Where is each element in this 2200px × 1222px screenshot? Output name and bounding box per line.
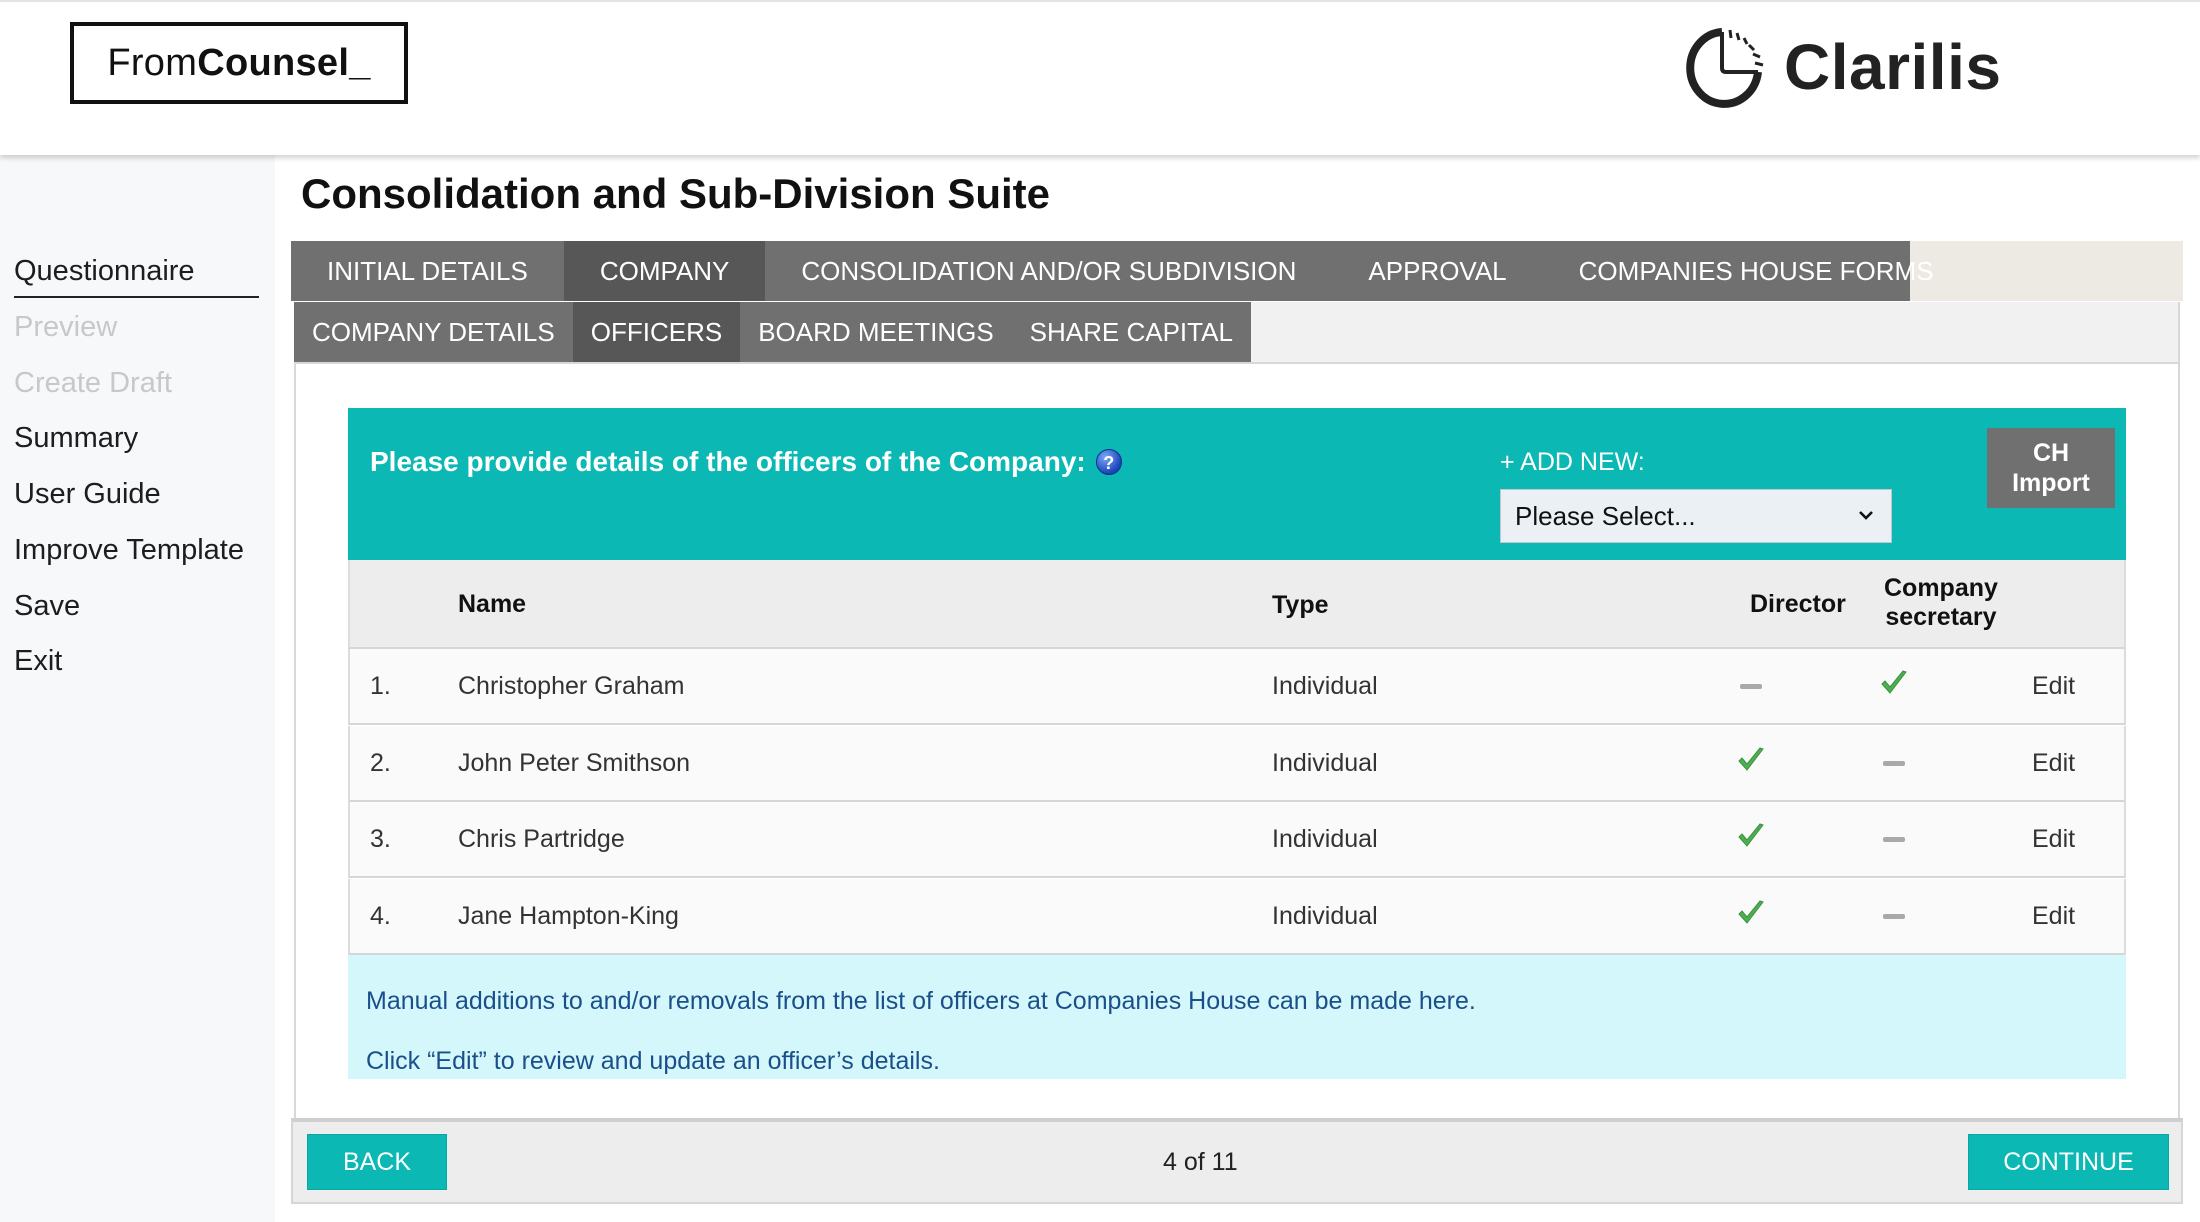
clarilis-clock-icon bbox=[1686, 28, 1764, 108]
tab-companies-house-forms[interactable]: COMPANIES HOUSE FORMS bbox=[1543, 241, 1970, 301]
officers-question: Please provide details of the officers o… bbox=[370, 446, 1122, 478]
edit-officer-link[interactable]: Edit bbox=[2032, 802, 2075, 876]
column-header-name: Name bbox=[458, 590, 527, 618]
tab-consolidation-subdivision[interactable]: CONSOLIDATION AND/OR SUBDIVISION bbox=[765, 241, 1332, 301]
edit-officer-link[interactable]: Edit bbox=[2032, 649, 2075, 723]
clarilis-wordmark: Clarilis bbox=[1784, 31, 2002, 103]
secretary-status bbox=[1869, 879, 1919, 953]
edit-officer-link[interactable]: Edit bbox=[2032, 879, 2075, 953]
secretary-status bbox=[1869, 726, 1919, 800]
help-icon[interactable]: ? bbox=[1095, 449, 1122, 475]
tab-initial-details[interactable]: INITIAL DETAILS bbox=[291, 241, 564, 301]
sidebar-item-preview: Preview bbox=[14, 311, 118, 343]
active-item-underline bbox=[14, 296, 259, 298]
secretary-status bbox=[1869, 802, 1919, 876]
sidebar-item-questionnaire[interactable]: Questionnaire bbox=[14, 255, 195, 288]
column-header-type: Type bbox=[1272, 591, 1329, 619]
officer-type: Individual bbox=[1272, 671, 1378, 700]
column-header-secretary: Company secretary bbox=[1884, 574, 1998, 631]
back-button[interactable]: BACK bbox=[307, 1134, 447, 1190]
subtab-company-details[interactable]: COMPANY DETAILS bbox=[294, 302, 573, 362]
officers-panel-header: Please provide details of the officers o… bbox=[348, 408, 2126, 560]
secretary-status bbox=[1869, 649, 1919, 723]
sidebar-item-improve-template[interactable]: Improve Template bbox=[14, 534, 244, 567]
officer-type: Individual bbox=[1272, 748, 1378, 777]
sidebar-item-exit[interactable]: Exit bbox=[14, 645, 62, 678]
officer-name: Chris Partridge bbox=[458, 824, 625, 853]
dash-icon bbox=[1883, 913, 1905, 919]
info-line-edit-hint: Click “Edit” to review and update an off… bbox=[366, 1047, 940, 1075]
director-status bbox=[1726, 879, 1776, 953]
continue-button[interactable]: CONTINUE bbox=[1968, 1134, 2169, 1190]
tab-approval[interactable]: APPROVAL bbox=[1332, 241, 1542, 301]
add-new-officer-select[interactable]: Please Select... bbox=[1500, 489, 1892, 543]
row-number: 3. bbox=[370, 824, 391, 853]
sidebar-nav: Questionnaire Preview Create Draft Summa… bbox=[0, 155, 275, 1222]
checkmark-icon bbox=[1879, 669, 1909, 704]
table-row: 3. Chris Partridge Individual Edit bbox=[348, 802, 2126, 878]
checkmark-icon bbox=[1736, 822, 1766, 857]
column-header-director: Director bbox=[1750, 590, 1846, 618]
officer-name: Jane Hampton-King bbox=[458, 901, 679, 930]
fromcounsel-logo[interactable]: From Counsel_ bbox=[70, 22, 408, 104]
checkmark-icon bbox=[1736, 746, 1766, 781]
app-header: From Counsel_ Clarilis bbox=[0, 0, 2200, 155]
subtab-board-meetings[interactable]: BOARD MEETINGS bbox=[740, 302, 1011, 362]
sidebar-item-summary[interactable]: Summary bbox=[14, 422, 138, 455]
dash-icon bbox=[1883, 760, 1905, 766]
info-line-manual: Manual additions to and/or removals from… bbox=[366, 987, 1476, 1015]
sidebar-item-create-draft: Create Draft bbox=[14, 367, 172, 399]
officer-name: John Peter Smithson bbox=[458, 748, 691, 777]
officer-type: Individual bbox=[1272, 901, 1378, 930]
table-row: 4. Jane Hampton-King Individual Edit bbox=[348, 879, 2126, 955]
officer-name: Christopher Graham bbox=[458, 671, 685, 700]
sidebar-item-user-guide[interactable]: User Guide bbox=[14, 478, 161, 511]
row-number: 2. bbox=[370, 748, 391, 777]
page-title: Consolidation and Sub-Division Suite bbox=[301, 170, 1051, 217]
sidebar-item-save[interactable]: Save bbox=[14, 590, 80, 623]
add-new-label: + ADD NEW: bbox=[1500, 448, 1645, 476]
ch-import-button[interactable]: CH Import bbox=[1987, 428, 2115, 508]
officer-type: Individual bbox=[1272, 824, 1378, 853]
director-status bbox=[1726, 649, 1776, 723]
director-status bbox=[1726, 802, 1776, 876]
subtab-officers[interactable]: OFFICERS bbox=[572, 302, 741, 362]
subtab-share-capital[interactable]: SHARE CAPITAL bbox=[1012, 302, 1251, 362]
tab-company[interactable]: COMPANY bbox=[563, 241, 766, 301]
page-counter: 4 of 11 bbox=[1163, 1148, 1238, 1176]
row-number: 1. bbox=[370, 671, 391, 700]
info-box: Manual additions to and/or removals from… bbox=[348, 955, 2126, 1079]
table-row: 2. John Peter Smithson Individual Edit bbox=[348, 726, 2126, 802]
officers-table-header: Name Type Director Company secretary bbox=[348, 560, 2126, 649]
main-tab-bar: INITIAL DETAILS COMPANY CONSOLIDATION AN… bbox=[291, 241, 2183, 301]
sub-tab-bar: COMPANY DETAILS OFFICERS BOARD MEETINGS … bbox=[294, 302, 2180, 362]
dash-icon bbox=[1740, 683, 1762, 689]
chevron-down-icon bbox=[1859, 511, 1873, 520]
footer-nav: BACK 4 of 11 CONTINUE bbox=[291, 1118, 2183, 1204]
dash-icon bbox=[1883, 836, 1905, 842]
clarilis-logo: Clarilis bbox=[1680, 24, 2001, 110]
edit-officer-link[interactable]: Edit bbox=[2032, 726, 2075, 800]
table-row: 1. Christopher Graham Individual Edit bbox=[348, 649, 2126, 725]
checkmark-icon bbox=[1736, 899, 1766, 934]
row-number: 4. bbox=[370, 901, 391, 930]
director-status bbox=[1726, 726, 1776, 800]
